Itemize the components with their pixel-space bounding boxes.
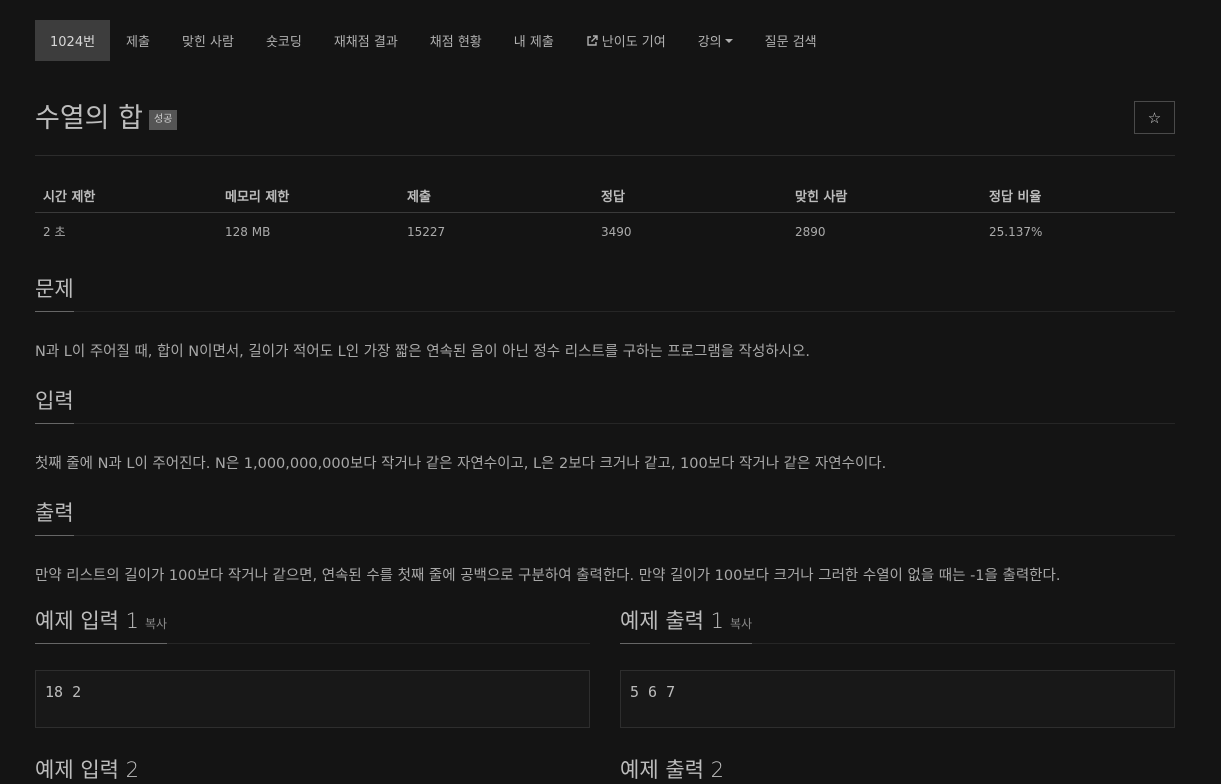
sample-input-column: 예제 입력 1 복사 18 2 예제 입력 2 xyxy=(35,604,590,784)
nav-problem-number[interactable]: 1024번 xyxy=(35,20,111,61)
nav-label: 맞힌 사람 xyxy=(181,35,234,50)
problem-header: 수열의 합 성공 ☆ xyxy=(35,101,1175,156)
page-title: 수열의 합 성공 xyxy=(35,101,178,137)
nav-label: 질문 검색 xyxy=(764,35,817,50)
problem-section-heading: 문제 xyxy=(35,272,1175,312)
sample-output-title: 예제 출력 1 복사 xyxy=(620,605,753,644)
nav-label: 난이도 기여 xyxy=(601,35,666,50)
sample-input-title: 예제 입력 1 복사 xyxy=(35,605,168,644)
table-row: 2 초 128 MB 15227 3490 2890 25.137% xyxy=(35,213,1175,251)
sample-output-box: 5 6 7 xyxy=(620,670,1175,728)
nav-short-coding[interactable]: 숏코딩 xyxy=(250,20,318,61)
input-section-title: 입력 xyxy=(35,385,74,424)
problem-title: 수열의 합 xyxy=(35,103,143,134)
sample-output-column: 예제 출력 1 복사 5 6 7 예제 출력 2 xyxy=(620,604,1175,784)
external-link-icon xyxy=(587,34,598,46)
sample-input-heading: 예제 입력 1 복사 xyxy=(35,604,590,644)
nav-submit[interactable]: 제출 xyxy=(110,20,166,61)
samples-row: 예제 입력 1 복사 18 2 예제 입력 2 예제 출력 1 복사 5 6 7 예… xyxy=(35,604,1175,784)
nav-solved-users[interactable]: 맞힌 사람 xyxy=(166,20,250,61)
sample-input-box: 18 2 xyxy=(35,670,590,728)
submission-count-value: 15227 xyxy=(407,224,446,239)
nav-label: 내 제출 xyxy=(513,35,554,50)
nav-rejudge-result[interactable]: 재채점 결과 xyxy=(318,20,414,61)
nav-label: 숏코딩 xyxy=(265,35,302,50)
table-header: 정답 xyxy=(593,176,787,213)
accepted-count-value: 3490 xyxy=(601,224,632,239)
problem-page: 1024번 제출 맞힌 사람 숏코딩 재채점 결과 채점 현황 내 제출 난이도… xyxy=(35,20,1175,784)
sample-input-label: 예제 입력 1 xyxy=(35,609,139,633)
copy-input-button[interactable]: 복사 xyxy=(145,617,167,631)
favorite-star-button[interactable]: ☆ xyxy=(1134,101,1175,134)
problem-section-title: 문제 xyxy=(35,273,74,312)
nav-lectures-dropdown[interactable]: 강의 xyxy=(682,20,749,61)
nav-my-submissions[interactable]: 내 제출 xyxy=(498,20,570,61)
sample-output-label: 예제 출력 1 xyxy=(620,609,724,633)
problem-info-table: 시간 제한 메모리 제한 제출 정답 맞힌 사람 정답 비율 2 초 128 M… xyxy=(35,176,1175,250)
sample-input-2-title: 예제 입력 2 xyxy=(35,758,139,782)
nav-label: 강의 xyxy=(697,35,722,50)
output-description: 만약 리스트의 길이가 100보다 작거나 같으면, 연속된 수를 첫째 줄에 … xyxy=(35,568,1061,584)
memory-limit-value: 128 MB xyxy=(225,224,271,239)
table-header: 시간 제한 xyxy=(35,176,217,213)
star-icon: ☆ xyxy=(1147,108,1162,127)
problem-nav: 1024번 제출 맞힌 사람 숏코딩 재채점 결과 채점 현황 내 제출 난이도… xyxy=(35,20,1175,61)
input-section-heading: 입력 xyxy=(35,384,1175,424)
problem-description: N과 L이 주어질 때, 합이 N이면서, 길이가 적어도 L인 가장 짧은 연… xyxy=(35,344,810,360)
copy-output-button[interactable]: 복사 xyxy=(730,617,752,631)
nav-difficulty-contribution[interactable]: 난이도 기여 xyxy=(570,20,682,61)
table-header: 맞힌 사람 xyxy=(787,176,981,213)
table-header: 정답 비율 xyxy=(981,176,1175,213)
output-section-title: 출력 xyxy=(35,497,74,536)
time-limit-value: 2 초 xyxy=(43,225,66,239)
nav-label: 1024번 xyxy=(50,35,96,50)
status-badge: 성공 xyxy=(148,110,178,130)
sample-output-2-title: 예제 출력 2 xyxy=(620,758,724,782)
table-header: 제출 xyxy=(399,176,593,213)
nav-label: 제출 xyxy=(126,35,150,50)
output-section-heading: 출력 xyxy=(35,496,1175,536)
accepted-ratio-value: 25.137% xyxy=(989,224,1043,239)
table-header-row: 시간 제한 메모리 제한 제출 정답 맞힌 사람 정답 비율 xyxy=(35,176,1175,213)
nav-judge-status[interactable]: 채점 현황 xyxy=(414,20,498,61)
nav-question-search[interactable]: 질문 검색 xyxy=(749,20,833,61)
nav-label: 재채점 결과 xyxy=(333,35,398,50)
solved-users-value: 2890 xyxy=(795,224,826,239)
nav-label: 채점 현황 xyxy=(429,35,482,50)
caret-down-icon xyxy=(724,38,733,43)
input-description: 첫째 줄에 N과 L이 주어진다. N은 1,000,000,000보다 작거나… xyxy=(35,456,887,472)
table-header: 메모리 제한 xyxy=(217,176,399,213)
sample-output-heading: 예제 출력 1 복사 xyxy=(620,604,1175,644)
